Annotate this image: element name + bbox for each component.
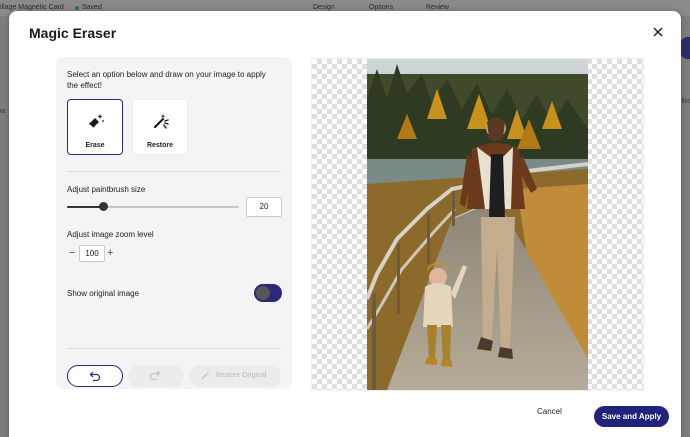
undo-button[interactable] (67, 365, 123, 387)
undo-icon (89, 371, 101, 381)
cancel-button[interactable]: Cancel (537, 407, 562, 416)
brush-size-label: Adjust paintbrush size (67, 185, 146, 194)
background-right-button (680, 37, 690, 59)
magic-wand-icon (153, 114, 169, 129)
brush-size-slider[interactable] (67, 202, 239, 211)
background-tab-review: Review (426, 4, 449, 11)
save-and-apply-button[interactable]: Save and Apply (594, 406, 669, 427)
background-left-text: w. (0, 108, 7, 115)
dialog-title: Magic Eraser (29, 25, 117, 41)
actions-divider (67, 348, 281, 349)
background-doc-title: illage Magnetic Card (0, 4, 64, 11)
background-saved-status: Saved (82, 4, 102, 11)
background-tab-design: Design (313, 4, 335, 11)
restore-tool-label: Restore (146, 142, 174, 149)
tool-panel: Select an option below and draw on your … (56, 57, 292, 389)
zoom-decrease-button[interactable]: − (69, 247, 75, 259)
eraser-sparkle-icon (89, 114, 104, 129)
background-tab-options: Options (369, 4, 394, 11)
photo-image[interactable] (367, 59, 588, 390)
erase-tool-label: Erase (85, 142, 105, 149)
restore-original-label: Restore Original (215, 372, 267, 379)
redo-button[interactable] (128, 365, 184, 387)
toggle-knob (256, 286, 270, 300)
erase-tool-button[interactable]: Erase (67, 99, 123, 155)
zoom-level-input[interactable]: 100 (79, 245, 105, 262)
zoom-increase-button[interactable]: + (107, 247, 113, 259)
instructions-text: Select an option below and draw on your … (67, 70, 266, 90)
close-icon[interactable] (651, 25, 665, 39)
restore-original-icon (201, 371, 210, 380)
redo-icon (149, 370, 161, 380)
saved-status-dot (75, 6, 79, 10)
brush-size-slider-fill (67, 206, 104, 208)
image-canvas[interactable] (311, 58, 644, 391)
brush-size-slider-thumb[interactable] (99, 202, 109, 211)
brush-size-input[interactable]: 20 (246, 197, 282, 217)
section-divider (67, 171, 281, 172)
zoom-level-label: Adjust image zoom level (67, 230, 154, 239)
restore-tool-button[interactable]: Restore (132, 99, 188, 155)
show-original-toggle[interactable] (254, 284, 282, 302)
show-original-label: Show original image (67, 289, 140, 298)
restore-original-button[interactable]: Restore Original (189, 365, 281, 387)
magic-eraser-dialog: Magic Eraser Select an option below and … (9, 11, 681, 437)
